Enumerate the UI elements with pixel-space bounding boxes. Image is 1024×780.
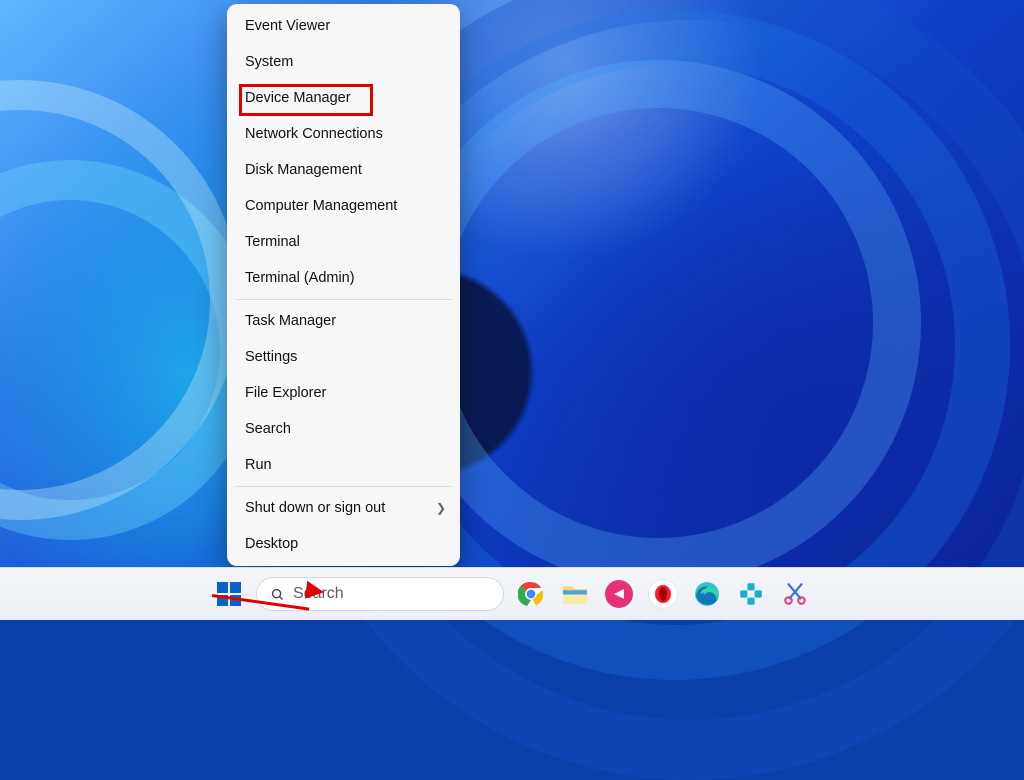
menu-item-label: File Explorer <box>245 385 326 401</box>
menu-item-label: Shut down or sign out <box>245 500 385 516</box>
menu-item-run[interactable]: Run <box>227 447 460 483</box>
search-icon <box>270 587 285 602</box>
opera-icon <box>649 580 677 608</box>
taskbar-app-snipping-tool[interactable] <box>778 577 812 611</box>
taskbar-app-chrome[interactable] <box>514 577 548 611</box>
menu-item-label: Terminal (Admin) <box>245 270 355 286</box>
menu-item-label: Network Connections <box>245 126 383 142</box>
windows-logo-icon <box>217 582 241 606</box>
taskbar-app-dashlane[interactable] <box>602 577 636 611</box>
menu-item-device-manager[interactable]: Device Manager <box>227 80 460 116</box>
menu-item-computer-management[interactable]: Computer Management <box>227 188 460 224</box>
taskbar-app-opera[interactable] <box>646 577 680 611</box>
menu-item-disk-management[interactable]: Disk Management <box>227 152 460 188</box>
menu-item-settings[interactable]: Settings <box>227 339 460 375</box>
menu-separator <box>235 299 452 300</box>
menu-item-label: Disk Management <box>245 162 362 178</box>
menu-item-label: Terminal <box>245 234 300 250</box>
menu-item-label: Task Manager <box>245 313 336 329</box>
search-placeholder: Search <box>293 585 344 603</box>
menu-item-label: System <box>245 54 293 70</box>
submenu-chevron-icon: ❯ <box>436 501 446 515</box>
taskbar-app-file-explorer[interactable] <box>558 577 592 611</box>
menu-item-network-connections[interactable]: Network Connections <box>227 116 460 152</box>
desktop-wallpaper <box>0 0 1024 620</box>
file-explorer-icon <box>562 583 588 605</box>
snipping-tool-icon <box>782 581 808 607</box>
menu-item-task-manager[interactable]: Task Manager <box>227 303 460 339</box>
menu-item-terminal[interactable]: Terminal <box>227 224 460 260</box>
menu-item-search[interactable]: Search <box>227 411 460 447</box>
menu-item-file-explorer[interactable]: File Explorer <box>227 375 460 411</box>
menu-item-system[interactable]: System <box>227 44 460 80</box>
menu-item-label: Run <box>245 457 272 473</box>
chrome-icon <box>518 581 544 607</box>
start-button[interactable] <box>212 577 246 611</box>
menu-item-event-viewer[interactable]: Event Viewer <box>227 8 460 44</box>
edge-icon <box>694 581 720 607</box>
menu-item-shutdown-signout[interactable]: Shut down or sign out ❯ <box>227 490 460 526</box>
menu-item-desktop[interactable]: Desktop <box>227 526 460 562</box>
menu-item-label: Device Manager <box>245 90 351 106</box>
menu-item-label: Desktop <box>245 536 298 552</box>
menu-separator <box>235 486 452 487</box>
app-icon <box>739 582 763 606</box>
menu-item-terminal-admin[interactable]: Terminal (Admin) <box>227 260 460 296</box>
taskbar-app-edge[interactable] <box>690 577 724 611</box>
power-user-menu: Event Viewer System Device Manager Netwo… <box>227 4 460 566</box>
menu-item-label: Computer Management <box>245 198 397 214</box>
menu-item-label: Search <box>245 421 291 437</box>
taskbar: Search <box>0 567 1024 620</box>
taskbar-app-generic[interactable] <box>734 577 768 611</box>
menu-item-label: Settings <box>245 349 297 365</box>
dashlane-icon <box>605 580 633 608</box>
menu-item-label: Event Viewer <box>245 18 330 34</box>
taskbar-search-box[interactable]: Search <box>256 577 504 611</box>
